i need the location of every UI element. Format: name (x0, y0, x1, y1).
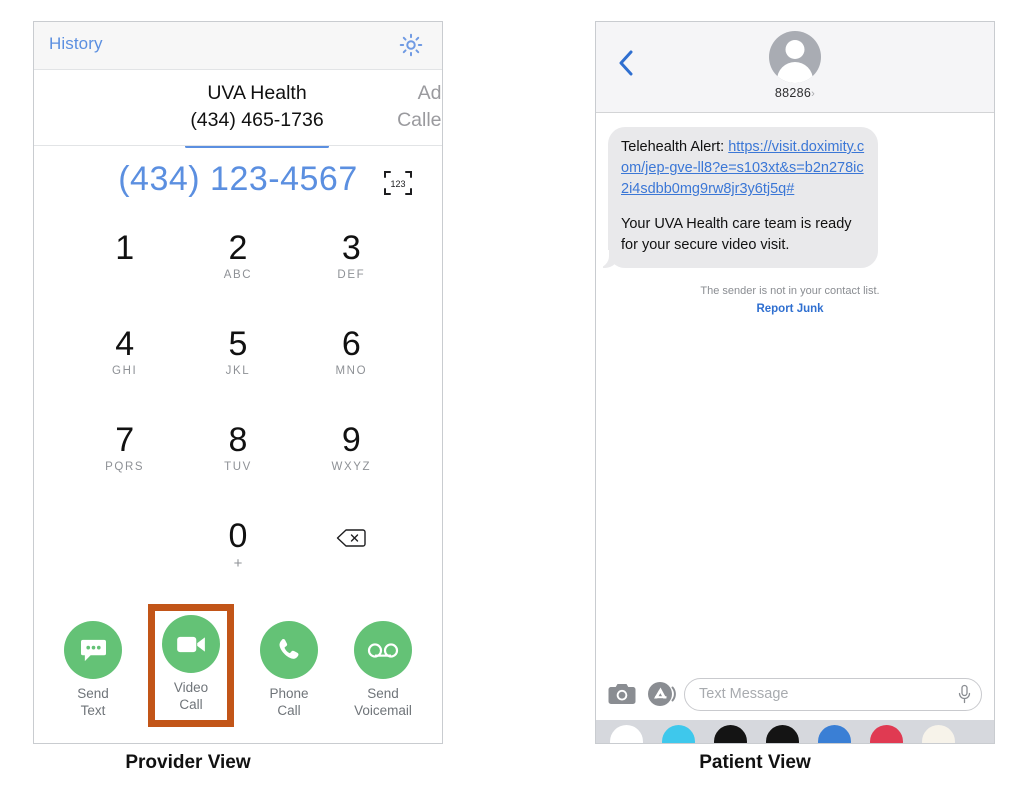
back-chevron-icon[interactable] (618, 50, 634, 76)
dialpad-key-5[interactable]: 5 JKL (181, 320, 294, 377)
key-letters: MNO (335, 365, 368, 378)
phone-handset-icon (260, 621, 318, 679)
tab-uva-health-name: UVA Health (207, 82, 307, 104)
app-drawer-item[interactable] (766, 725, 799, 743)
voicemail-icon (354, 621, 412, 679)
text-message-input[interactable]: Text Message (684, 677, 982, 711)
message-thread: Telehealth Alert: https://visit.doximity… (596, 113, 994, 688)
app-drawer-item[interactable] (662, 725, 695, 743)
provider-phone-screen: History UVA Health (434) 465-1736 Add Ca… (33, 21, 443, 744)
history-link[interactable]: History (49, 34, 103, 54)
app-drawer-item[interactable] (818, 725, 851, 743)
microphone-icon[interactable] (958, 684, 971, 704)
dialed-number-row: (434) 123-4567 123 (34, 146, 442, 218)
tab-add-caller-id-line1: Add (417, 82, 442, 104)
video-call-label: Video Call (173, 680, 209, 712)
key-digit: 4 (115, 325, 135, 363)
app-drawer-item[interactable] (610, 725, 643, 743)
avatar-head (785, 40, 805, 59)
send-voicemail-button[interactable]: Send Voicemail (344, 615, 422, 720)
dialpad-key-9[interactable]: 9 WXYZ (295, 416, 408, 473)
key-digit: 7 (115, 421, 135, 459)
app-drawer-item[interactable] (922, 725, 955, 743)
app-store-icon[interactable] (647, 681, 676, 707)
tab-uva-health[interactable]: UVA Health (434) 465-1736 (152, 80, 362, 148)
message-bubble-icon (64, 621, 122, 679)
key-letters: GHI (112, 365, 138, 378)
message-bubble: Telehealth Alert: https://visit.doximity… (597, 127, 878, 269)
dialpad-key-2[interactable]: 2 ABC (181, 224, 294, 281)
avatar-body (777, 62, 813, 83)
dialpad-key-6[interactable]: 6 MNO (295, 320, 408, 377)
video-camera-icon (162, 615, 220, 673)
figure-root: History UVA Health (434) 465-1736 Add Ca… (0, 0, 1024, 788)
key-digit: 0 (228, 517, 248, 555)
tab-add-caller-id[interactable]: Add Caller ID (375, 80, 443, 134)
key-plus: + (233, 555, 243, 573)
patient-phone-screen: 88286› Telehealth Alert: https://visit.d… (595, 21, 995, 744)
key-letters: JKL (225, 365, 251, 378)
scan-123-icon[interactable]: 123 (382, 168, 414, 198)
phone-call-label: Phone Call (269, 686, 309, 718)
key-digit: 9 (341, 421, 361, 459)
imessage-app-drawer[interactable] (596, 720, 994, 743)
dialpad-key-1[interactable]: 1 (68, 224, 181, 269)
sender-id[interactable]: 88286› (596, 86, 994, 100)
tab-add-caller-id-line2: Caller ID (397, 108, 443, 131)
report-junk-link[interactable]: Report Junk (596, 303, 984, 315)
key-digit: 3 (341, 229, 361, 267)
contact-avatar-icon[interactable] (769, 31, 821, 83)
provider-caller-id-tabs: UVA Health (434) 465-1736 Add Caller ID (34, 70, 443, 148)
message-composer: Text Message (596, 668, 994, 720)
send-voicemail-label: Send Voicemail (354, 686, 412, 718)
key-digit: 5 (228, 325, 248, 363)
key-letters: PQRS (105, 461, 145, 474)
send-text-label: Send Text (77, 686, 109, 718)
send-text-button[interactable]: Send Text (54, 615, 132, 720)
dialpad-delete-key[interactable] (295, 512, 408, 553)
phone-call-button[interactable]: Phone Call (250, 615, 328, 720)
message-line-1: Telehealth Alert: https://visit.doximity… (621, 137, 865, 200)
text-message-placeholder: Text Message (699, 686, 789, 702)
dialpad-key-3[interactable]: 3 DEF (295, 224, 408, 281)
message-prefix: Telehealth Alert: (621, 139, 729, 155)
key-digit: 6 (341, 325, 361, 363)
gear-icon[interactable] (397, 31, 425, 59)
key-digit: 8 (228, 421, 248, 459)
key-letters: TUV (224, 461, 252, 474)
tab-uva-health-number: (434) 465-1736 (190, 108, 324, 131)
chevron-right-icon: › (811, 88, 816, 100)
app-drawer-item[interactable] (714, 725, 747, 743)
svg-text:123: 123 (390, 179, 405, 189)
provider-view-caption: Provider View (125, 752, 251, 773)
key-letters: ABC (223, 269, 253, 282)
patient-view-caption: Patient View (699, 752, 811, 773)
camera-icon[interactable] (608, 682, 636, 706)
dialed-number[interactable]: (434) 123-4567 (34, 160, 442, 199)
backspace-icon (336, 528, 367, 553)
sender-not-in-contacts-notice: The sender is not in your contact list. (700, 285, 880, 297)
app-drawer-item[interactable] (870, 725, 903, 743)
dialpad: 1 2 ABC 3 DEF 4 GHI 5 JKL 6 MNO 7 PQRS 8… (34, 218, 442, 608)
dialpad-key-0[interactable]: 0 + (181, 512, 294, 572)
dialpad-key-4[interactable]: 4 GHI (68, 320, 181, 377)
video-call-button[interactable]: Video Call (148, 604, 234, 727)
provider-top-bar: History (34, 22, 442, 70)
sender-id-text: 88286 (774, 86, 812, 100)
key-letters: DEF (337, 269, 366, 282)
dialpad-key-8[interactable]: 8 TUV (181, 416, 294, 473)
bubble-tail (597, 250, 619, 269)
message-body: Your UVA Health care team is ready for y… (621, 216, 852, 254)
patient-top-bar: 88286› (596, 22, 994, 113)
dialpad-key-7[interactable]: 7 PQRS (68, 416, 181, 473)
key-letters: WXYZ (331, 461, 372, 474)
provider-action-row: Send Text Video Call Phone Call Send Voi… (34, 604, 442, 727)
key-digit: 1 (115, 229, 135, 267)
key-digit: 2 (228, 229, 248, 267)
